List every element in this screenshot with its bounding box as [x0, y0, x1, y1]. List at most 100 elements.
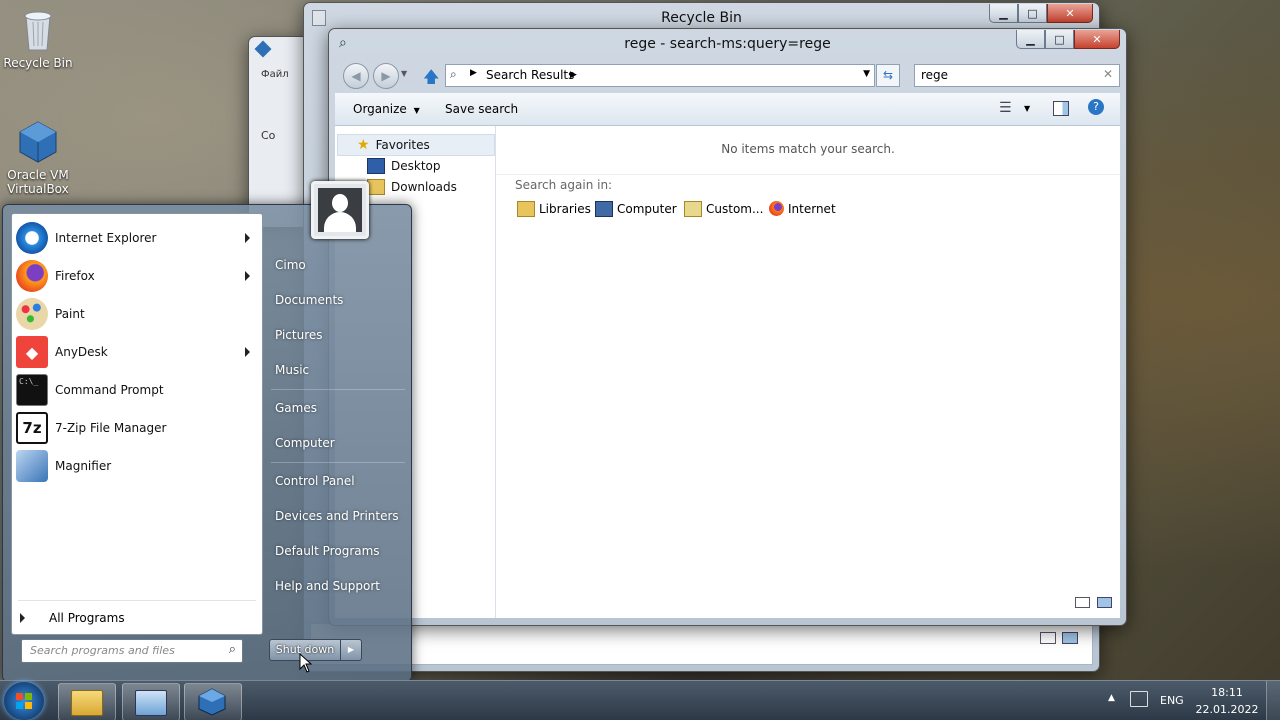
close-button[interactable]: ✕ — [1047, 4, 1093, 23]
submenu-arrow-icon[interactable] — [245, 347, 250, 357]
virtualbox-icon — [18, 120, 58, 164]
link-help-support[interactable]: Help and Support — [275, 579, 380, 593]
up-arrow-icon[interactable]: 🡅 — [423, 66, 439, 93]
search-window[interactable]: ⌕ rege - search-ms:query=rege ▁ □ ✕ ◀ ▶ … — [328, 28, 1127, 626]
program-anydesk[interactable]: ◆ AnyDesk — [16, 334, 258, 370]
program-label: 7-Zip File Manager — [55, 421, 167, 435]
link-music[interactable]: Music — [275, 363, 309, 377]
nav-desktop[interactable]: Desktop — [367, 158, 441, 174]
content-area: No items match your search. Search again… — [496, 126, 1120, 618]
link-pictures[interactable]: Pictures — [275, 328, 323, 342]
chevron-right-icon — [20, 613, 25, 623]
maximize-button[interactable]: □ — [1018, 4, 1047, 23]
recycle-bin-label: Recycle Bin — [3, 56, 73, 70]
paint-icon — [16, 298, 48, 330]
breadcrumb-chevron-icon: ▶ — [570, 70, 577, 80]
link-control-panel[interactable]: Control Panel — [275, 474, 355, 488]
program-label: Paint — [55, 307, 85, 321]
anydesk-icon: ◆ — [16, 336, 48, 368]
chevron-down-icon[interactable]: ▼ — [1024, 104, 1030, 113]
clear-search-icon[interactable]: ✕ — [1103, 67, 1113, 81]
close-button[interactable]: ✕ — [1074, 30, 1120, 49]
search-window-title: rege - search-ms:query=rege — [624, 36, 831, 52]
link-devices-printers[interactable]: Devices and Printers — [275, 509, 399, 523]
taskbar-virtualbox-button[interactable] — [184, 683, 242, 720]
program-7zip[interactable]: 7z 7-Zip File Manager — [16, 410, 258, 446]
forward-button[interactable]: ▶ — [373, 63, 399, 89]
search-placeholder: Search programs and files — [30, 644, 175, 657]
magnifier-icon — [16, 450, 48, 482]
network-icon[interactable] — [1130, 691, 1148, 707]
search-icon: ⌕ — [228, 642, 236, 657]
details-view-icon[interactable] — [1040, 632, 1056, 644]
submenu-arrow-icon[interactable] — [245, 233, 250, 243]
submenu-arrow-icon[interactable] — [245, 271, 250, 281]
clock-time[interactable]: 18:11 — [1200, 686, 1254, 699]
save-search-button[interactable]: Save search — [445, 102, 518, 116]
clock-date[interactable]: 22.01.2022 — [1194, 703, 1260, 716]
link-documents[interactable]: Documents — [275, 293, 343, 307]
address-text: Search Results — [486, 68, 575, 82]
internet-explorer-icon — [16, 222, 48, 254]
minimize-button[interactable]: ▁ — [1016, 30, 1045, 49]
shutdown-options-button[interactable]: ▶ — [340, 639, 362, 661]
taskbar-explorer-button[interactable] — [58, 683, 116, 720]
start-button[interactable] — [4, 682, 44, 720]
program-paint[interactable]: Paint — [16, 296, 258, 332]
help-icon[interactable]: ? — [1088, 99, 1104, 115]
nav-downloads[interactable]: Downloads — [367, 179, 457, 195]
link-user-folder[interactable]: Cimo — [275, 258, 306, 272]
program-list-pane: Internet Explorer Firefox Paint ◆ AnyDes… — [11, 213, 263, 635]
nav-favorites[interactable]: ★ Favorites — [357, 137, 430, 153]
virtualbox-icon — [198, 688, 226, 716]
search-again-libraries[interactable]: Libraries — [517, 201, 591, 217]
back-button[interactable]: ◀ — [343, 63, 369, 89]
link-default-programs[interactable]: Default Programs — [275, 544, 380, 558]
language-indicator[interactable]: ENG — [1160, 694, 1184, 707]
address-bar[interactable]: ⌕ ▶ Search Results ▶ ▼ — [445, 64, 875, 87]
libraries-label: Libraries — [539, 202, 591, 216]
link-computer[interactable]: Computer — [275, 436, 335, 450]
program-internet-explorer[interactable]: Internet Explorer — [16, 220, 258, 256]
virtualbox-desktop-icon[interactable]: Oracle VM VirtualBox — [0, 120, 76, 196]
user-avatar-icon — [318, 188, 362, 232]
recycle-bin-body — [310, 623, 1093, 665]
nav-downloads-label: Downloads — [391, 180, 457, 194]
windows-logo-icon — [16, 693, 32, 709]
details-view-icon[interactable] — [1075, 597, 1090, 608]
libraries-icon — [517, 201, 535, 217]
custom-folder-icon — [684, 201, 702, 217]
search-box[interactable]: rege ✕ — [914, 64, 1120, 87]
nav-desktop-label: Desktop — [391, 159, 441, 173]
organize-button[interactable]: Organize ▼ — [353, 102, 420, 116]
command-prompt-icon: C:\_ — [16, 374, 48, 406]
right-links-divider — [271, 462, 405, 463]
show-desktop-button[interactable] — [1266, 681, 1280, 720]
link-games[interactable]: Games — [275, 401, 317, 415]
program-label: Firefox — [55, 269, 95, 283]
search-again-computer[interactable]: Computer — [595, 201, 677, 217]
search-again-internet[interactable]: Internet — [769, 201, 836, 216]
preview-pane-icon[interactable] — [1053, 101, 1069, 116]
all-programs-button[interactable]: All Programs — [20, 608, 254, 628]
preview-view-icon[interactable] — [1097, 597, 1112, 608]
preview-view-icon[interactable] — [1062, 632, 1078, 644]
show-hidden-icons-icon[interactable]: ▲ — [1108, 693, 1115, 703]
recent-pages-icon[interactable]: ▼ — [401, 69, 407, 78]
user-picture[interactable] — [311, 181, 369, 239]
start-search-box[interactable]: Search programs and files ⌕ — [21, 639, 243, 663]
recycle-bin-desktop-icon[interactable]: Recycle Bin — [0, 8, 76, 70]
minimize-button[interactable]: ▁ — [989, 4, 1018, 23]
search-again-custom[interactable]: Custom... — [684, 201, 763, 217]
program-command-prompt[interactable]: C:\_ Command Prompt — [16, 372, 258, 408]
program-magnifier[interactable]: Magnifier — [16, 448, 258, 484]
program-firefox[interactable]: Firefox — [16, 258, 258, 294]
taskbar-control-panel-button[interactable] — [122, 683, 180, 720]
search-again-divider — [496, 174, 1120, 175]
maximize-button[interactable]: □ — [1045, 30, 1074, 49]
change-view-icon[interactable]: ☰ — [999, 100, 1012, 116]
refresh-button[interactable]: ⇆ — [876, 64, 900, 87]
star-icon: ★ — [357, 137, 370, 153]
address-dropdown-icon[interactable]: ▼ — [863, 69, 870, 79]
no-items-message: No items match your search. — [721, 142, 895, 156]
